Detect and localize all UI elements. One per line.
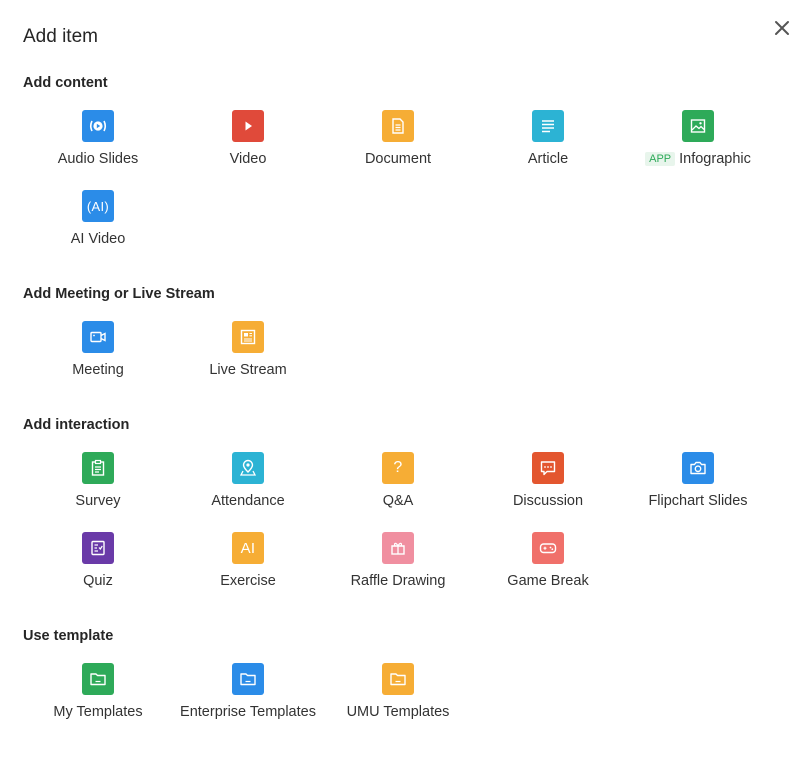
tile-label: Infographic xyxy=(679,151,751,167)
ai-video-icon: (AI) xyxy=(82,190,114,222)
section-title: Use template xyxy=(23,628,114,644)
tile-ai-video[interactable]: (AI) AI Video xyxy=(23,190,173,250)
gamepad-icon xyxy=(532,532,564,564)
folder-icon xyxy=(382,663,414,695)
tile-audio-slides[interactable]: Audio Slides xyxy=(23,110,173,170)
document-icon xyxy=(382,110,414,142)
close-button[interactable] xyxy=(770,16,794,40)
tile-flipchart-slides[interactable]: Flipchart Slides xyxy=(623,452,773,512)
live-stream-icon xyxy=(232,321,264,353)
section-add-content: Add content Audio Slides Video Document … xyxy=(23,74,783,247)
tile-label: Live Stream xyxy=(209,362,287,378)
tile-raffle-drawing[interactable]: Raffle Drawing xyxy=(323,532,473,592)
article-icon xyxy=(532,110,564,142)
tile-article[interactable]: Article xyxy=(473,110,623,170)
location-pin-icon xyxy=(232,452,264,484)
tile-label: Game Break xyxy=(507,573,589,589)
image-icon xyxy=(682,110,714,142)
tile-my-templates[interactable]: My Templates xyxy=(23,663,173,723)
section-add-meeting: Add Meeting or Live Stream Meeting Live … xyxy=(23,285,783,378)
tile-label: Flipchart Slides xyxy=(648,493,748,509)
section-title: Add content xyxy=(23,75,108,91)
close-icon xyxy=(775,21,789,35)
camera-video-icon xyxy=(82,321,114,353)
tile-label: Quiz xyxy=(83,573,113,589)
audio-slides-icon xyxy=(82,110,114,142)
gift-box-icon xyxy=(382,532,414,564)
tile-qa[interactable]: ? Q&A xyxy=(323,452,473,512)
tile-label: Attendance xyxy=(211,493,285,509)
tile-label: Video xyxy=(229,151,267,167)
ai-video-glyph: (AI) xyxy=(86,198,110,214)
tile-game-break[interactable]: Game Break xyxy=(473,532,623,592)
dialog-title: Add item xyxy=(23,26,98,47)
section-add-interaction: Add interaction Survey Attendance ? Q&A … xyxy=(23,416,783,589)
tile-label: Q&A xyxy=(382,493,414,509)
tile-label: My Templates xyxy=(53,704,143,720)
tile-label: Exercise xyxy=(220,573,276,589)
tile-attendance[interactable]: Attendance xyxy=(173,452,323,512)
tile-label: Raffle Drawing xyxy=(350,573,446,589)
section-use-template: Use template My Templates Enterprise Tem… xyxy=(23,627,783,720)
tile-infographic[interactable]: APP Infographic xyxy=(623,110,773,170)
tile-label: Audio Slides xyxy=(57,151,139,167)
clipboard-icon xyxy=(82,452,114,484)
tile-label: Enterprise Templates xyxy=(180,704,316,720)
tile-label: Document xyxy=(364,151,432,167)
camera-icon xyxy=(682,452,714,484)
tile-exercise[interactable]: AI Exercise xyxy=(173,532,323,592)
tile-meeting[interactable]: Meeting xyxy=(23,321,173,381)
section-title: Add interaction xyxy=(23,417,130,433)
chat-bubble-icon xyxy=(532,452,564,484)
tile-discussion[interactable]: Discussion xyxy=(473,452,623,512)
quiz-icon xyxy=(82,532,114,564)
app-badge: APP xyxy=(645,152,676,166)
tile-umu-templates[interactable]: UMU Templates xyxy=(323,663,473,723)
section-title: Add Meeting or Live Stream xyxy=(23,286,215,302)
question-glyph: ? xyxy=(393,459,403,476)
tile-label: Meeting xyxy=(72,362,124,378)
tile-survey[interactable]: Survey xyxy=(23,452,173,512)
video-play-icon xyxy=(232,110,264,142)
exercise-glyph: AI xyxy=(240,539,256,557)
tile-video[interactable]: Video xyxy=(173,110,323,170)
question-icon: ? xyxy=(382,452,414,484)
tile-label: AI Video xyxy=(70,231,126,247)
tile-document[interactable]: Document xyxy=(323,110,473,170)
tile-label: Discussion xyxy=(512,493,584,509)
tile-label: Survey xyxy=(75,493,121,509)
folder-icon xyxy=(82,663,114,695)
tile-live-stream[interactable]: Live Stream xyxy=(173,321,323,381)
tile-quiz[interactable]: Quiz xyxy=(23,532,173,592)
tile-enterprise-templates[interactable]: Enterprise Templates xyxy=(173,663,323,723)
tile-label-wrap: APP Infographic xyxy=(613,151,783,167)
folder-icon xyxy=(232,663,264,695)
tile-label: UMU Templates xyxy=(346,704,450,720)
ai-exercise-icon: AI xyxy=(232,532,264,564)
tile-label: Article xyxy=(527,151,569,167)
